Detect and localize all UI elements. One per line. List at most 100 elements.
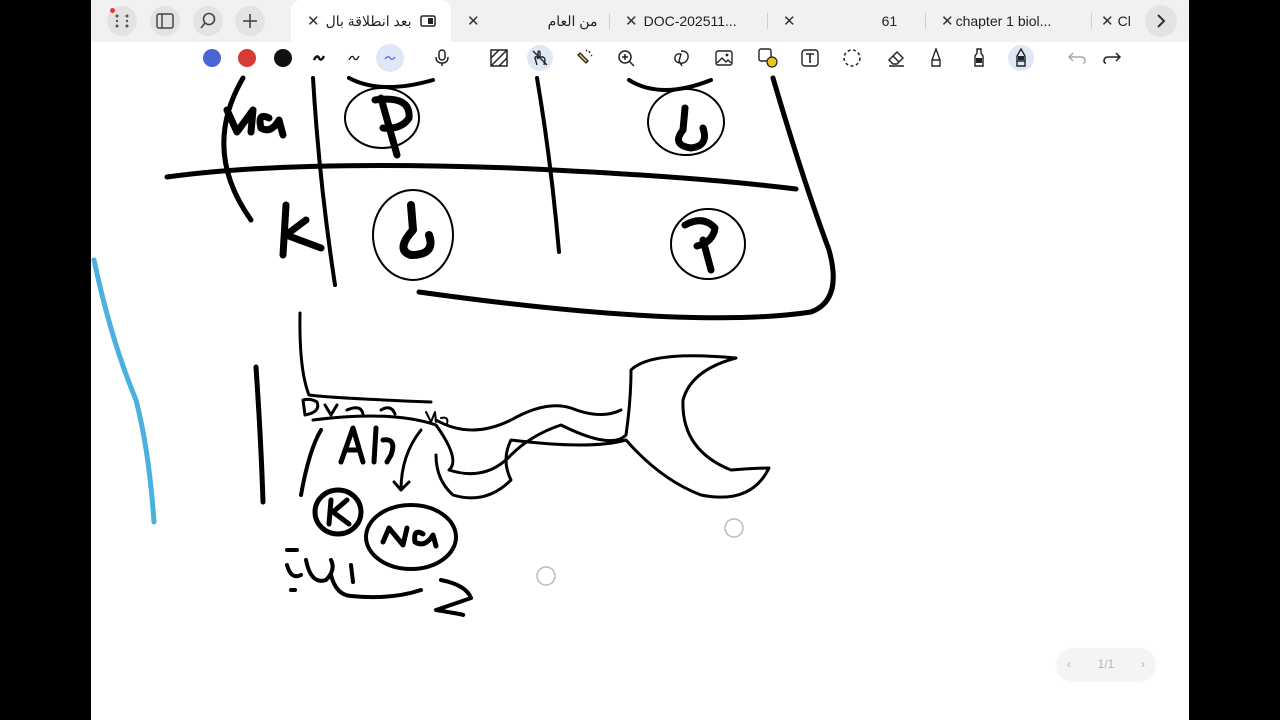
eraser-icon	[888, 51, 904, 67]
previous-page-icon[interactable]: ‹	[1067, 657, 1071, 671]
image-icon	[715, 50, 733, 66]
symbol-na	[380, 525, 439, 549]
zoom-button[interactable]	[613, 45, 639, 71]
table-left-bracket	[221, 75, 254, 223]
scroll-tabs-right-button[interactable]	[1145, 5, 1177, 37]
lasso-button[interactable]	[668, 45, 694, 71]
tab-separator	[767, 13, 768, 29]
tab-6[interactable]: ✕ Cl	[1101, 0, 1141, 42]
tab-3-label: DOC-202511...	[643, 13, 737, 29]
hatch-button[interactable]	[486, 45, 512, 71]
blue-stroke	[91, 257, 157, 525]
close-icon[interactable]: ✕	[307, 12, 320, 30]
search-button[interactable]	[193, 6, 223, 36]
microphone-button[interactable]	[429, 45, 455, 71]
sidebar-toggle-button[interactable]	[150, 6, 180, 36]
anchor-point-2[interactable]	[536, 566, 556, 586]
close-icon[interactable]: ✕	[625, 12, 638, 30]
label-atp	[338, 425, 396, 465]
magic-marker-icon	[577, 49, 593, 64]
touch-draw-icon	[532, 50, 548, 66]
top-arc-right	[627, 78, 713, 92]
tab-5[interactable]: ✕ chapter 1 biol...	[941, 0, 1091, 42]
color-swatch	[203, 49, 221, 67]
close-icon[interactable]: ✕	[941, 12, 954, 30]
tab-6-label: Cl	[1117, 13, 1131, 29]
redo-button[interactable]	[1099, 45, 1125, 71]
tab-2[interactable]: ✕ من العام	[463, 0, 613, 42]
tab-3[interactable]: ✕ DOC-202511...	[621, 0, 771, 42]
color-blue-button[interactable]	[199, 45, 225, 71]
circle-na	[364, 503, 458, 571]
fountain-pen-button[interactable]	[1008, 45, 1034, 71]
pencil-button[interactable]	[923, 45, 949, 71]
label-na-row	[223, 106, 287, 139]
undo-icon	[1067, 52, 1086, 64]
plus-icon	[243, 14, 257, 28]
page-navigator: ‹ 1/1 ›	[1057, 648, 1155, 680]
touch-draw-button[interactable]	[527, 45, 553, 71]
next-page-icon[interactable]: ›	[1141, 657, 1145, 671]
page-indicator: 1/1	[1097, 657, 1115, 671]
arrow-down-right	[392, 428, 423, 492]
fountain-pen-icon	[1016, 48, 1026, 67]
anchor-point-1[interactable]	[724, 518, 744, 538]
color-black-button[interactable]	[270, 45, 296, 71]
new-tab-button[interactable]	[235, 6, 265, 36]
eraser-button[interactable]	[883, 45, 909, 71]
undo-button[interactable]	[1064, 45, 1090, 71]
tab-1[interactable]: ✕ بعد انطلاقة بال	[291, 0, 451, 42]
table-right-border	[416, 75, 836, 321]
table-vertical-line-2	[535, 76, 561, 254]
tab-bar: ✕ بعد انطلاقة بال ✕ من العام ✕ DOC-20251…	[91, 0, 1189, 42]
apps-grid-button[interactable]	[107, 6, 137, 36]
search-icon	[200, 12, 216, 29]
text-button[interactable]	[797, 45, 823, 71]
highlighter-button[interactable]	[376, 44, 404, 72]
close-icon[interactable]: ✕	[467, 12, 480, 30]
circle-k	[312, 487, 364, 537]
shape-button[interactable]	[755, 45, 781, 71]
hatch-icon	[490, 49, 508, 67]
tab-2-label: من العام	[547, 12, 598, 29]
pen-icon	[312, 55, 326, 61]
channel-wave	[434, 404, 623, 432]
sidebar-icon	[156, 13, 174, 29]
tab-separator	[925, 13, 926, 29]
highlighter-selected-icon	[384, 56, 396, 60]
pen-thin-button[interactable]	[341, 45, 367, 71]
marker-icon	[974, 48, 984, 67]
symbol-k	[326, 497, 352, 527]
zoom-icon	[618, 50, 635, 67]
tab-1-label: بعد انطلاقة بال	[325, 12, 412, 29]
pen-thick-button[interactable]	[306, 45, 332, 71]
drawing-canvas[interactable]	[91, 0, 1189, 720]
tab-separator	[1091, 13, 1092, 29]
note-app-window: ✕ بعد انطلاقة بال ✕ من العام ✕ DOC-20251…	[91, 0, 1189, 720]
notebook-icon	[419, 15, 436, 27]
image-button[interactable]	[711, 45, 737, 71]
close-icon[interactable]: ✕	[1101, 12, 1114, 30]
lasso-icon	[674, 50, 689, 67]
marker-button[interactable]	[966, 45, 992, 71]
arrow-down-left	[299, 428, 323, 497]
symbol-cell-3	[399, 201, 435, 259]
tab-separator	[609, 13, 610, 29]
label-k-row	[279, 201, 325, 259]
selection-button[interactable]	[839, 45, 865, 71]
close-icon[interactable]: ✕	[783, 12, 796, 30]
color-red-button[interactable]	[234, 45, 260, 71]
symbol-cell-1	[371, 94, 413, 159]
selection-icon	[843, 49, 861, 67]
magic-marker-button[interactable]	[571, 45, 597, 71]
color-swatch	[238, 49, 256, 67]
shape-icon	[758, 48, 778, 68]
redo-icon	[1103, 52, 1122, 64]
pen-thin-icon	[348, 55, 360, 61]
label-dua	[301, 397, 397, 417]
tab-4[interactable]: ✕ 61	[783, 0, 913, 42]
table-vertical-line-1	[311, 76, 337, 287]
symbol-cell-2	[675, 104, 708, 152]
color-swatch	[274, 49, 292, 67]
drawing-toolbar	[91, 42, 1189, 74]
